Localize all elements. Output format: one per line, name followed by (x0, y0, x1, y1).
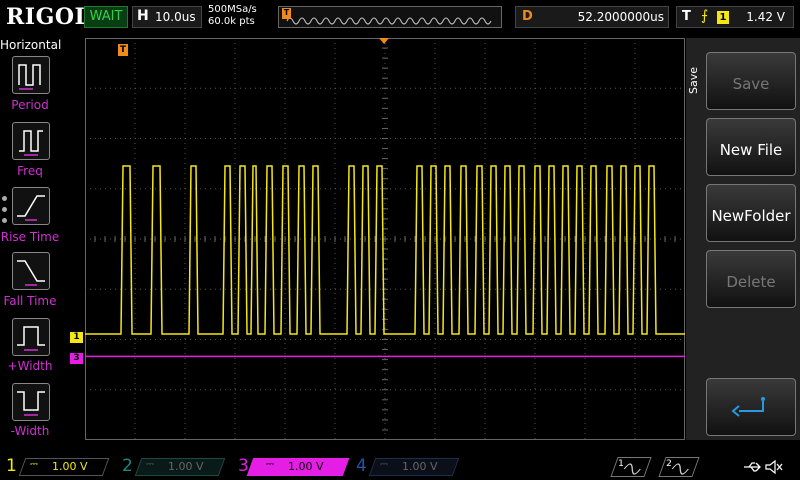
measure-freq-label: Freq (17, 164, 43, 178)
save-button[interactable]: Save (706, 52, 796, 110)
return-button[interactable] (706, 378, 796, 436)
delete-button[interactable]: Delete (706, 250, 796, 308)
ch4-coupling-icon: ⎓ (380, 459, 388, 470)
run-status-badge[interactable]: WAIT (84, 6, 128, 28)
new-folder-label: NewFolder (711, 207, 791, 225)
sine-wave-icon (623, 463, 641, 475)
rising-edge-icon: ⨍ (701, 8, 709, 24)
measure-category-title: Horizontal (0, 38, 62, 52)
graticule (85, 38, 685, 440)
sine-wave-icon (671, 463, 689, 475)
trigger-source: 1 (717, 11, 729, 24)
delete-label: Delete (726, 273, 776, 291)
ch3-scale: 1.00 V (288, 460, 324, 473)
waveform-position-bar[interactable]: T (278, 6, 502, 28)
new-file-label: New File (719, 141, 783, 159)
ch3-marker-label: 3 (73, 353, 80, 363)
measure-sidebar: Horizontal Period Freq Rise Time Fall Ti… (0, 36, 62, 452)
ch4-scale: 1.00 V (402, 460, 438, 473)
delay-letter: D (522, 9, 533, 24)
waveform-display[interactable]: T (85, 38, 685, 440)
trigger-position-marker: T (282, 8, 291, 19)
speaker-muted-icon[interactable] (764, 459, 784, 475)
waveform-overview (286, 17, 492, 25)
measure-neg-width-label: -Width (10, 424, 50, 438)
measure-pos-width-label: +Width (7, 359, 53, 373)
new-file-button[interactable]: New File (706, 118, 796, 176)
rise-time-icon (17, 195, 45, 221)
save-menu: Save Save New File NewFolder Delete (686, 38, 800, 440)
ch3-status[interactable]: 3 ⎓ 1.00 V (232, 456, 350, 478)
fall-time-icon (17, 260, 45, 286)
center-marker (379, 38, 389, 44)
trigger-box[interactable]: T ⨍ 1 1.42 V (676, 6, 794, 28)
generator-2-button[interactable]: 2 (658, 457, 700, 477)
ch3-offset-marker[interactable]: 3 (70, 353, 83, 364)
trigger-time-letter: T (119, 45, 127, 55)
ch4-status[interactable]: 4 ⎓ 1.00 V (350, 456, 462, 478)
usb-icon (744, 462, 761, 472)
ch1-status[interactable]: 1 ⎓ 1.00 V (0, 456, 112, 478)
sample-rate: 500MSa/s (208, 4, 257, 15)
measure-fall-time-button[interactable] (12, 252, 50, 290)
measure-freq-button[interactable] (12, 122, 50, 160)
save-menu-title: Save (687, 66, 700, 94)
ch3-number: 3 (238, 456, 249, 476)
ch1-number: 1 (6, 456, 17, 476)
return-icon (731, 397, 765, 417)
ch2-scale: 1.00 V (168, 460, 204, 473)
ch2-status[interactable]: 2 ⎓ 1.00 V (116, 456, 228, 478)
ch2-number: 2 (122, 456, 133, 476)
trigger-time-marker: T (118, 44, 128, 56)
pos-width-icon (17, 326, 45, 351)
ch3-coupling-icon: ⎓ (266, 459, 274, 470)
delay-box[interactable]: D 52.2000000us (515, 6, 669, 28)
measure-rise-time-button[interactable] (12, 187, 50, 225)
ch1-scale: 1.00 V (52, 460, 88, 473)
ch1-offset-marker[interactable]: 1 (70, 332, 83, 343)
neg-width-icon (17, 391, 45, 416)
measure-pos-width-button[interactable] (12, 318, 50, 356)
channel-status-bar: 1 ⎓ 1.00 V 2 ⎓ 1.00 V 3 ⎓ 1.00 V 4 ⎓ 1.0… (0, 454, 800, 480)
horizontal-letter: H (137, 8, 149, 24)
period-icon (18, 64, 41, 90)
measure-fall-time-label: Fall Time (3, 294, 57, 308)
measure-neg-width-button[interactable] (12, 383, 50, 421)
measure-period-label: Period (11, 98, 49, 112)
page-dots (2, 196, 8, 229)
ch1-coupling-icon: ⎓ (30, 459, 38, 470)
new-folder-button[interactable]: NewFolder (706, 184, 796, 242)
save-menu-tab: Save (686, 38, 704, 138)
ch1-marker-label: 1 (73, 332, 80, 342)
trigger-level: 1.42 V (746, 10, 785, 24)
generator-1-button[interactable]: 1 (610, 457, 652, 477)
trigger-position-letter: T (283, 8, 290, 17)
ch3-trace (85, 355, 685, 358)
timebase-value: 10.0us (155, 10, 196, 24)
measure-rise-time-label: Rise Time (0, 230, 60, 244)
freq-icon (19, 130, 43, 156)
top-status-bar: RIGOL WAIT H 10.0us 500MSa/s 60.0k pts T… (0, 0, 800, 34)
horizontal-timebase-box[interactable]: H 10.0us (132, 6, 202, 28)
measure-period-button[interactable] (12, 56, 50, 94)
ch4-number: 4 (356, 456, 367, 476)
delay-value: 52.2000000us (577, 10, 664, 24)
trigger-letter: T (682, 9, 691, 24)
ch2-coupling-icon: ⎓ (146, 459, 154, 470)
brand-logo: RIGOL (6, 4, 91, 30)
save-button-label: Save (732, 75, 770, 93)
acquisition-info: 500MSa/s 60.0k pts (208, 4, 257, 28)
memory-depth: 60.0k pts (208, 16, 255, 27)
